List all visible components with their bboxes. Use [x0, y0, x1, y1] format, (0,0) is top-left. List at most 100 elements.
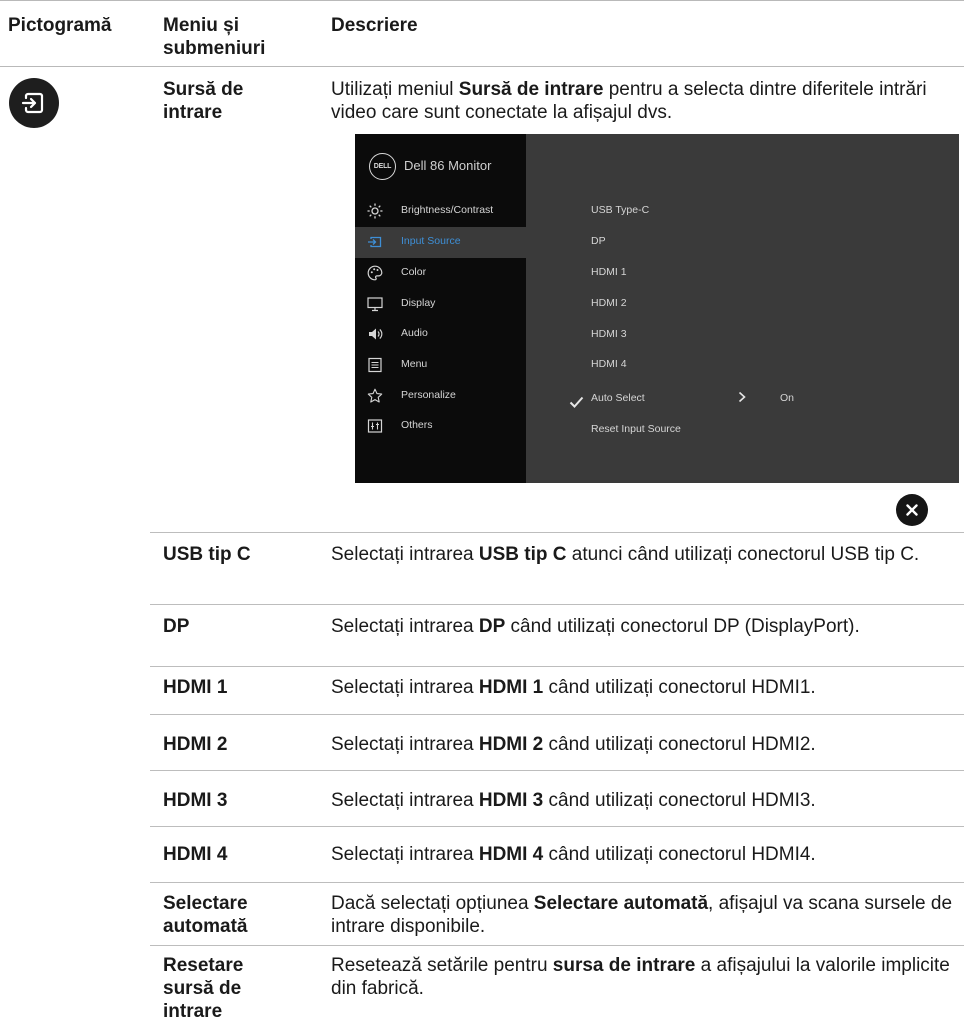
header-menu-line1: Meniu și	[163, 15, 240, 36]
desc-text-end: când utilizați conectorul HDMI3.	[543, 790, 816, 811]
osd-item-personalize[interactable]: Personalize	[355, 381, 526, 412]
row-rule	[150, 604, 964, 605]
osd-option-hdmi-3[interactable]: HDMI 3	[591, 328, 627, 340]
desc-text-end: când utilizați conectorul DP (DisplayPor…	[505, 616, 860, 637]
close-icon	[906, 504, 918, 516]
row-rule	[150, 714, 964, 715]
label-line: Resetare	[163, 955, 244, 976]
input-source-icon	[368, 236, 382, 248]
osd-item-brightness-contrast[interactable]: Brightness/Contrast	[355, 196, 526, 227]
osd-option-dp[interactable]: DP	[591, 235, 606, 247]
submenu-label-selectare-automata: Selectare automată	[163, 892, 248, 938]
star-icon	[367, 388, 383, 403]
osd-option-usb-type-c[interactable]: USB Type-C	[591, 204, 649, 216]
others-icon	[367, 419, 383, 433]
desc-text: Selectați intrarea	[331, 544, 479, 565]
osd-option-hdmi-2[interactable]: HDMI 2	[591, 297, 627, 309]
label-line: intrare	[163, 1001, 223, 1022]
desc-text-end: când utilizați conectorul HDMI2.	[543, 734, 816, 755]
submenu-label-hdmi-3: HDMI 3	[163, 789, 227, 812]
label-line: HDMI 4	[163, 844, 228, 865]
desc-text: Selectați intrarea	[331, 734, 479, 755]
header-description-column: Descriere	[331, 15, 418, 36]
submenu-label-hdmi-4: HDMI 4	[163, 843, 227, 866]
label-line: HDMI 2	[163, 734, 228, 755]
label-line: Selectare	[163, 893, 248, 914]
row-rule	[150, 666, 964, 667]
menu-list-icon	[368, 357, 382, 373]
submenu-label-resetare-sursa: Resetare sursă de intrare	[163, 954, 243, 1023]
osd-option-hdmi-4[interactable]: HDMI 4	[591, 358, 627, 370]
desc-bold: HDMI 4	[478, 844, 544, 865]
header-menu-line2: submeniuri	[163, 38, 266, 59]
desc-text: Selectați intrarea	[331, 844, 479, 865]
osd-item-label: Color	[401, 266, 427, 278]
submenu-desc-usb-tip-c: Selectați intrarea USB tip C atunci când…	[331, 543, 956, 566]
desc-text: Selectați intrarea	[331, 677, 479, 698]
desc-bold: DP	[478, 616, 506, 637]
submenu-desc-dp: Selectați intrarea DP când utilizați con…	[331, 615, 956, 638]
row-rule	[150, 945, 964, 946]
row-rule	[150, 826, 964, 827]
submenu-desc-hdmi-1: Selectați intrarea HDMI 1 când utilizați…	[331, 676, 956, 699]
menu-name-line2: intrare	[163, 102, 223, 123]
osd-item-input-source[interactable]: Input Source	[355, 227, 526, 258]
menu-desc-bold: Sursă de intrare	[458, 79, 604, 100]
auto-select-value: On	[780, 392, 795, 404]
osd-item-label: Menu	[401, 358, 428, 370]
submenu-label-hdmi-2: HDMI 2	[163, 733, 227, 756]
submenu-desc-hdmi-4: Selectați intrarea HDMI 4 când utilizați…	[331, 843, 956, 866]
osd-option-reset-input-source[interactable]: Reset Input Source	[591, 423, 681, 435]
osd-item-label: Others	[401, 419, 433, 431]
desc-bold: USB tip C	[478, 544, 567, 565]
osd-title: Dell 86 Monitor	[404, 158, 492, 173]
row-rule	[150, 532, 964, 533]
submenu-label-usb-tip-c: USB tip C	[163, 543, 251, 566]
osd-item-display[interactable]: Display	[355, 289, 526, 320]
label-line: HDMI 1	[163, 677, 228, 698]
desc-text-end: când utilizați conectorul HDMI4.	[543, 844, 816, 865]
row-rule	[150, 770, 964, 771]
checkmark-icon	[569, 396, 584, 408]
chevron-right-icon	[738, 391, 746, 403]
close-button[interactable]	[896, 494, 928, 526]
menu-desc-text: Utilizați meniul	[331, 79, 459, 100]
speaker-icon	[369, 328, 383, 340]
header-rule	[0, 66, 964, 67]
osd-item-others[interactable]: Others	[355, 411, 526, 442]
menu-name: Sursă de intrare	[163, 78, 243, 124]
label-line: HDMI 3	[163, 790, 228, 811]
osd-option-hdmi-1[interactable]: HDMI 1	[591, 266, 627, 278]
submenu-desc-selectare-automata: Dacă selectați opțiunea Selectare automa…	[331, 892, 956, 938]
desc-text: Dacă selectați opțiunea	[331, 893, 534, 914]
desc-text: Resetează setările pentru	[331, 955, 553, 976]
monitor-icon	[367, 297, 383, 312]
label-line: automată	[163, 916, 248, 937]
osd-screenshot: DELL Dell 86 Monitor Brightness/Contrast…	[355, 134, 959, 483]
desc-text-end: când utilizați conectorul HDMI1.	[543, 677, 816, 698]
dell-logo: DELL	[369, 153, 396, 180]
submenu-label-dp: DP	[163, 615, 189, 638]
label-line: sursă de	[163, 978, 242, 999]
menu-description: Utilizați meniul Sursă de intrare pentru…	[331, 78, 956, 124]
osd-main-menu: DELL Dell 86 Monitor Brightness/Contrast…	[355, 134, 526, 483]
osd-option-auto-select[interactable]: Auto Select	[591, 392, 645, 404]
osd-item-menu[interactable]: Menu	[355, 350, 526, 381]
header-menu-column: Meniu și submeniuri	[163, 14, 265, 60]
color-palette-icon	[367, 265, 383, 281]
label-line: USB tip C	[163, 544, 251, 565]
desc-bold: HDMI 2	[478, 734, 544, 755]
osd-item-audio[interactable]: Audio	[355, 319, 526, 350]
desc-text-end: atunci când utilizați conectorul USB tip…	[566, 544, 920, 565]
input-source-icon	[9, 78, 59, 128]
submenu-desc-resetare-sursa: Resetează setările pentru sursa de intra…	[331, 954, 956, 1000]
label-line: DP	[163, 616, 190, 637]
desc-bold: HDMI 3	[478, 790, 544, 811]
osd-item-label: Personalize	[401, 389, 456, 401]
table-top-rule	[0, 0, 964, 1]
header-icon-column: Pictogramă	[8, 15, 112, 36]
desc-text: Selectați intrarea	[331, 790, 479, 811]
desc-text: Selectați intrarea	[331, 616, 479, 637]
osd-item-color[interactable]: Color	[355, 258, 526, 289]
osd-item-label: Display	[401, 297, 436, 309]
